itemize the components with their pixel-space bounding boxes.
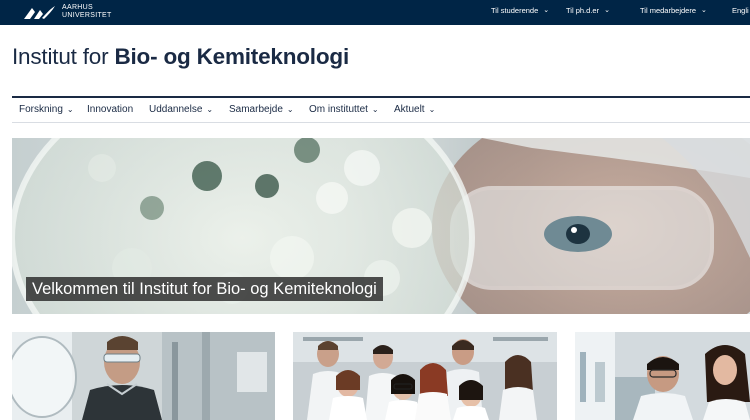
main-navigation: Forskning ⌄ Innovation Uddannelse ⌄ Sama… <box>0 98 750 123</box>
card-image <box>12 332 275 420</box>
topnav-label: Til studerende <box>491 6 539 15</box>
au-logo-icon[interactable] <box>22 4 56 20</box>
chevron-down-icon: ⌄ <box>543 6 550 14</box>
topnav-item-phd[interactable]: Til ph.d.er ⌄ <box>566 6 610 15</box>
chevron-down-icon: ⌄ <box>604 6 610 14</box>
nav-label: Forskning <box>19 104 63 115</box>
topnav-label: Engli <box>732 6 749 15</box>
chevron-down-icon: ⌄ <box>286 105 294 114</box>
chevron-down-icon: ⌄ <box>428 105 436 114</box>
topnav-item-english[interactable]: Engli <box>732 6 749 15</box>
chevron-down-icon: ⌄ <box>701 6 707 14</box>
page-title[interactable]: Institut for Bio- og Kemiteknologi <box>12 44 349 70</box>
nav-label: Innovation <box>87 104 134 115</box>
topnav-item-staff[interactable]: Til medarbejdere ⌄ <box>640 6 707 15</box>
topnav-label: Til medarbejdere <box>640 6 696 15</box>
chevron-down-icon: ⌄ <box>371 105 379 114</box>
brand-line-2: UNIVERSITET <box>62 12 112 19</box>
page-title-bold: Bio- og Kemiteknologi <box>114 44 349 69</box>
nav-item-om-instituttet[interactable]: Om instituttet ⌄ <box>309 104 379 115</box>
nav-label: Uddannelse <box>149 104 203 115</box>
card-image <box>575 332 750 420</box>
feature-card[interactable] <box>575 332 750 420</box>
page-title-prefix: Institut for <box>12 44 115 69</box>
brand-wordmark[interactable]: AARHUS UNIVERSITET <box>62 4 112 20</box>
feature-card[interactable] <box>12 332 275 420</box>
nav-item-innovation[interactable]: Innovation <box>87 104 133 115</box>
topnav-item-students[interactable]: Til studerende ⌄ <box>491 6 549 15</box>
nav-item-uddannelse[interactable]: Uddannelse ⌄ <box>149 104 213 115</box>
chevron-down-icon: ⌄ <box>206 105 214 114</box>
card-image <box>293 332 557 420</box>
nav-label: Samarbejde <box>229 104 283 115</box>
hero-caption[interactable]: Velkommen til Institut for Bio- og Kemit… <box>26 277 383 301</box>
nav-label: Om instituttet <box>309 104 368 115</box>
brand-line-1: AARHUS <box>62 4 93 11</box>
top-bar: AARHUS UNIVERSITET Til studerende ⌄ Til … <box>0 0 750 25</box>
chevron-down-icon: ⌄ <box>66 105 74 114</box>
nav-label: Aktuelt <box>394 104 425 115</box>
feature-card[interactable] <box>293 332 557 420</box>
nav-item-aktuelt[interactable]: Aktuelt ⌄ <box>394 104 435 115</box>
topnav-label: Til ph.d.er <box>566 6 600 15</box>
nav-item-samarbejde[interactable]: Samarbejde ⌄ <box>229 104 294 115</box>
nav-divider <box>12 122 750 123</box>
nav-item-forskning[interactable]: Forskning ⌄ <box>19 104 74 115</box>
